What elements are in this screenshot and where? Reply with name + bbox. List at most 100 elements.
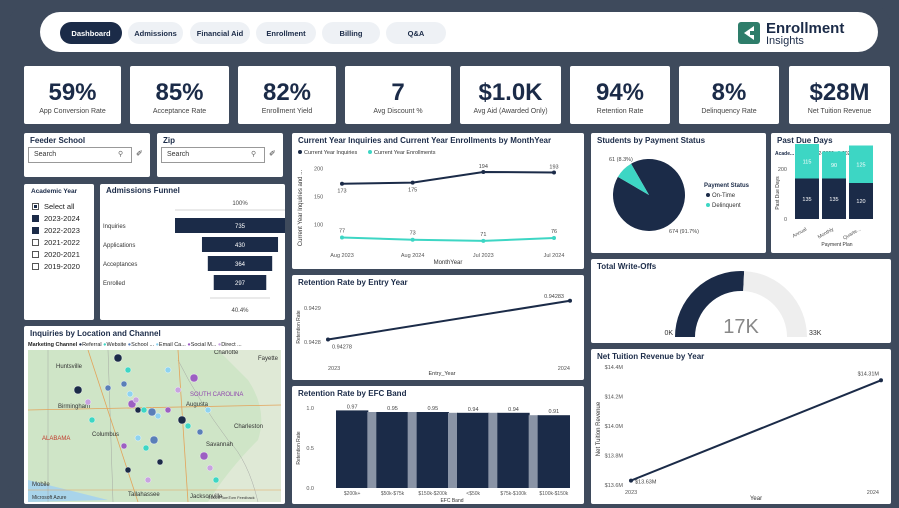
map-location-dot: [104, 384, 112, 392]
x-axis-title: Entry_Year: [428, 371, 455, 377]
bar: [376, 412, 409, 488]
data-label: 193: [549, 165, 558, 171]
kpi-label: Delinquency Rate: [701, 108, 757, 115]
map-title: Inquiries by Location and Channel: [30, 329, 161, 338]
data-label: 0.94: [508, 407, 519, 413]
data-label: 0.94: [468, 407, 479, 413]
slicer-item-select-all[interactable]: Select all: [32, 200, 80, 212]
bar-gap-shade: [367, 412, 378, 488]
pie-slice-label: 61 (8.3%): [609, 157, 633, 163]
map-location-dot: [184, 422, 192, 430]
feeder-search-input[interactable]: Search: [28, 147, 132, 163]
series-line: [341, 236, 555, 242]
kpi-label: Net Tuition Revenue: [807, 108, 872, 115]
y-tick-label: 1.0: [306, 406, 314, 412]
map-location-dot: [174, 386, 182, 394]
eraser-icon[interactable]: ✐: [269, 149, 276, 158]
legend-dot-icon: [706, 203, 710, 207]
map-location-dot: [212, 476, 220, 484]
write-offs-gauge: 17K 0K 33K: [664, 271, 822, 338]
data-point: [568, 298, 572, 303]
map-attribution-left: Microsoft Azure: [32, 495, 67, 501]
data-label: 71: [480, 232, 486, 238]
map-location-dot: [140, 406, 148, 414]
y-axis-title: Net Tuition Revenue: [596, 401, 602, 456]
checkbox-partial-icon: [32, 202, 39, 210]
slicer-item-label: Select all: [44, 201, 75, 211]
pie-legend-title: Payment Status: [704, 183, 750, 189]
kpi-card: 94% Retention Rate: [570, 66, 670, 124]
map-location-dot: [124, 466, 132, 474]
academic-year-slicer: Academic Year Select all 2023-2024 2022-…: [24, 184, 94, 320]
legend-item: Delinquent: [712, 203, 741, 209]
y-axis-title: Retention Rate: [296, 431, 302, 465]
map-location-dot: [164, 406, 172, 414]
series-line: [630, 379, 882, 482]
kpi-label: Retention Rate: [596, 108, 644, 115]
data-label: 125: [856, 162, 865, 168]
map-place-label: Fayette: [258, 356, 279, 362]
kpi-label: Acceptance Rate: [152, 108, 207, 115]
bar-gap-shade: [528, 415, 539, 488]
map-place-label: Birmingham: [58, 404, 90, 410]
kpi-value: $28M: [809, 79, 870, 106]
pie-slice-label: 674 (91.7%): [669, 229, 699, 235]
x-tick-label: Quarte...: [842, 227, 862, 242]
tab-dashboard[interactable]: Dashboard: [60, 22, 122, 44]
tab-financial-aid[interactable]: Financial Aid: [190, 22, 250, 44]
legend-item: Current Year Enrollments: [374, 150, 436, 156]
pastdue-legend-title: Acade...: [775, 151, 795, 157]
slicer-item-2023-2024[interactable]: 2023-2024: [32, 212, 80, 224]
slicer-item-2022-2023[interactable]: 2022-2023: [32, 224, 80, 236]
y-tick-label: 0.0: [306, 486, 314, 492]
checkbox-checked-icon: [32, 226, 39, 234]
tab-qa[interactable]: Q&A: [386, 22, 446, 44]
logo-mark-icon: [738, 22, 760, 44]
slicer-item-2021-2022[interactable]: 2021-2022: [32, 236, 80, 248]
x-tick-label: Aug 2023: [330, 253, 354, 259]
kpi-card: 82% Enrollment Yield: [238, 66, 336, 124]
top-nav: Dashboard Admissions Financial Aid Enrol…: [40, 12, 878, 52]
x-tick-label: 2023: [328, 366, 340, 372]
legend-item: Referral: [82, 342, 102, 348]
checkbox-unchecked-icon: [32, 262, 39, 270]
legend-item: Current Year Inquiries: [304, 150, 357, 156]
data-label: 115: [803, 159, 812, 165]
map-location-dot: [154, 412, 162, 420]
data-label: 135: [829, 197, 838, 203]
feeder-school-slicer: Feeder School Search ⚲ ✐: [24, 133, 150, 177]
funnel-bar: [175, 218, 285, 233]
data-label: 0.94278: [332, 345, 352, 351]
legend-item: On-Time: [712, 193, 736, 199]
kpi-label: Enrollment Yield: [261, 108, 313, 115]
zip-search-input[interactable]: Search: [161, 147, 265, 163]
tab-billing[interactable]: Billing: [322, 22, 380, 44]
kpi-value: $1.0K: [478, 79, 543, 106]
map-attribution-right[interactable]: ©2025 TomTom Feedback: [208, 495, 255, 500]
y-axis-title: Past Due Days: [775, 176, 781, 210]
data-point: [552, 236, 556, 241]
tab-enrollment[interactable]: Enrollment: [256, 22, 316, 44]
kpi-label: Avg Discount %: [373, 108, 423, 115]
map-location-dot: [164, 366, 172, 374]
eraser-icon[interactable]: ✐: [136, 149, 143, 158]
funnel-bottom-label: 40.4%: [231, 308, 249, 314]
tab-admissions[interactable]: Admissions: [128, 22, 183, 44]
legend-item: Direct ...: [221, 342, 242, 348]
funnel-category-label: Inquiries: [103, 224, 126, 230]
map-location-dot: [126, 390, 134, 398]
inquiries-map-card: Inquiries by Location and Channel Market…: [24, 326, 285, 504]
academic-year-list: Select all 2023-2024 2022-2023 2021-2022…: [32, 200, 80, 272]
map-location-dot: [196, 428, 204, 436]
x-tick-label: $100k-$150k: [539, 491, 568, 497]
x-tick-label: Annual: [792, 227, 808, 240]
data-label: 0.91: [548, 409, 559, 415]
kpi-card: 59% App Conversion Rate: [24, 66, 121, 124]
map-location-dot: [204, 406, 212, 414]
map-canvas[interactable]: Huntsville Birmingham ALABAMA Columbus M…: [28, 350, 281, 502]
inquiries-enrollments-card: Current Year Inquiries and Current Year …: [292, 133, 584, 269]
data-point: [481, 238, 486, 243]
slicer-item-2019-2020[interactable]: 2019-2020: [32, 260, 80, 272]
x-tick-label: Jul 2023: [473, 253, 494, 259]
slicer-item-2020-2021[interactable]: 2020-2021: [32, 248, 80, 260]
